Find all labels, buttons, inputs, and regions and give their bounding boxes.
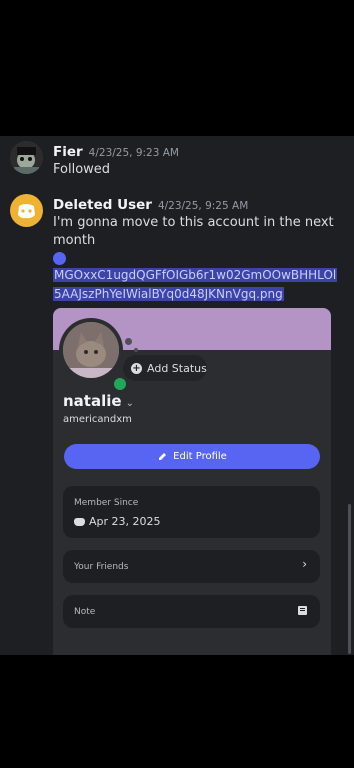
your-friends-label: Your Friends: [74, 562, 129, 572]
profile-card: + Add Status natalie ⌄ americandxm Edit P…: [53, 308, 331, 655]
add-status-button[interactable]: + Add Status: [123, 355, 207, 381]
message-text: Followed: [53, 162, 111, 177]
note-label: Note: [74, 607, 96, 617]
edit-profile-button[interactable]: Edit Profile: [64, 444, 320, 469]
message-author[interactable]: Fier 4/23/25, 9:23 AM: [53, 144, 179, 160]
plus-icon: +: [131, 362, 142, 374]
your-friends-row[interactable]: Your Friends ›: [63, 550, 320, 583]
member-since-label: Member Since: [74, 498, 139, 508]
scrollbar[interactable]: [348, 504, 351, 654]
fier-avatar[interactable]: [10, 141, 43, 174]
chat-area[interactable]: Fier 4/23/25, 9:23 AM Followed Deleted Us…: [0, 136, 354, 655]
message-author[interactable]: Deleted User 4/23/25, 9:25 AM: [53, 197, 248, 213]
discord-default-avatar[interactable]: [10, 194, 43, 227]
chevron-right-icon: ›: [302, 557, 307, 571]
message-text: I'm gonna move to this account in the ne…: [53, 215, 334, 248]
fier-avatar-image: [10, 141, 43, 174]
profile-username: americandxm: [63, 414, 132, 425]
member-since-card: Member Since Apr 23, 2025: [63, 486, 320, 538]
profile-display-name[interactable]: natalie ⌄: [63, 392, 134, 410]
online-status-icon: [111, 375, 129, 393]
pencil-icon: [159, 453, 167, 460]
attachment-link-icon: [53, 252, 66, 265]
message-timestamp: 4/23/25, 9:25 AM: [157, 200, 249, 212]
discord-icon: [74, 517, 85, 526]
chevron-down-icon: ⌄: [125, 398, 134, 409]
status-bubble-dot: [125, 338, 132, 345]
attachment-filename[interactable]: MGOxxC1ugdQGFfOIGb6r1w02GmOOwBHHLOl 5AAJ…: [53, 266, 348, 304]
cat-avatar-image: [63, 322, 119, 378]
member-since-value: Apr 23, 2025: [74, 515, 161, 528]
profile-avatar[interactable]: [59, 318, 129, 393]
discord-logo-icon: [18, 204, 35, 219]
note-row[interactable]: Note: [63, 595, 320, 628]
note-edit-icon: [298, 606, 307, 615]
status-bubble-dot: [134, 348, 138, 352]
message-timestamp: 4/23/25, 9:23 AM: [88, 147, 179, 159]
